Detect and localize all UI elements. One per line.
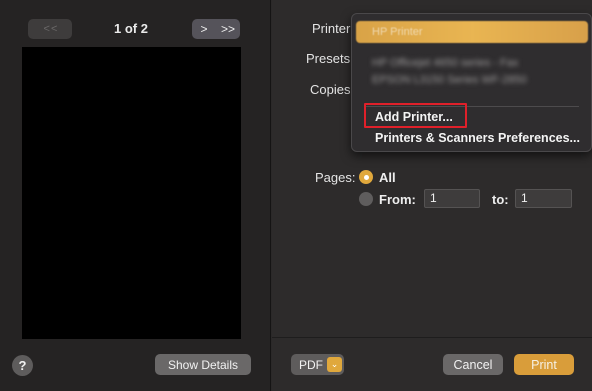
double-chevron-right-icon[interactable]: >> bbox=[218, 22, 238, 36]
pdf-menu-button[interactable]: PDF ⌄ bbox=[291, 354, 344, 375]
chevron-right-icon[interactable]: > bbox=[194, 22, 214, 36]
printer-dropdown-menu: HP Printer HP Officejet 4650 series - Fa… bbox=[351, 13, 592, 152]
pages-from-label[interactable]: From: bbox=[379, 192, 416, 207]
pages-all-radio[interactable] bbox=[359, 170, 373, 184]
pages-label: Pages: bbox=[315, 170, 356, 185]
show-details-button[interactable]: Show Details bbox=[155, 354, 251, 375]
chevron-down-icon[interactable]: ⌄ bbox=[327, 357, 342, 372]
menu-item-printer[interactable]: EPSON L3150 Series WF-2850 bbox=[372, 74, 577, 88]
page-indicator: 1 of 2 bbox=[114, 21, 148, 36]
previous-page-icon[interactable]: < < bbox=[44, 23, 58, 35]
copies-label: Copies bbox=[310, 82, 351, 97]
previous-page-button-group[interactable]: < < bbox=[28, 19, 72, 39]
pages-from-input[interactable]: 1 bbox=[424, 189, 480, 208]
pages-to-label: to: bbox=[492, 192, 509, 207]
next-page-button-group: > >> bbox=[192, 19, 240, 39]
menu-item-printer[interactable]: HP Officejet 4650 series - Fax bbox=[372, 57, 577, 71]
question-mark-icon: ? bbox=[18, 358, 27, 373]
menu-item-selected-printer[interactable]: HP Printer bbox=[356, 21, 588, 43]
printer-label: Printer bbox=[312, 21, 351, 36]
pages-range-radio[interactable] bbox=[359, 192, 373, 206]
menu-divider bbox=[364, 106, 579, 107]
footer-divider bbox=[272, 337, 592, 338]
print-button[interactable]: Print bbox=[514, 354, 574, 375]
presets-label: Presets bbox=[306, 51, 351, 66]
pages-all-label[interactable]: All bbox=[379, 170, 396, 185]
preview-pane: < < 1 of 2 > >> ? Show Details bbox=[0, 0, 271, 391]
help-button[interactable]: ? bbox=[12, 355, 33, 376]
menu-item-add-printer[interactable]: Add Printer... bbox=[375, 110, 453, 124]
pdf-label: PDF bbox=[299, 357, 323, 372]
document-preview bbox=[22, 47, 241, 339]
menu-item-printers-scanners-preferences[interactable]: Printers & Scanners Preferences... bbox=[375, 131, 580, 145]
cancel-button[interactable]: Cancel bbox=[443, 354, 503, 375]
pages-to-input[interactable]: 1 bbox=[515, 189, 572, 208]
